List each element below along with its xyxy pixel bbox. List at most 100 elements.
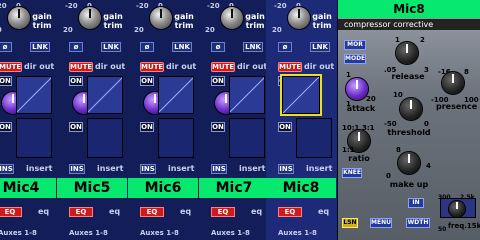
eq-button[interactable]: EQ — [211, 207, 235, 217]
eq-button[interactable]: EQ — [278, 207, 302, 217]
ins-button[interactable]: INS — [0, 164, 14, 174]
link-button[interactable]: LNK — [310, 42, 330, 52]
phase-button[interactable]: ø — [69, 42, 83, 52]
eq-label: eq — [38, 207, 50, 216]
gain-trim-knob[interactable] — [8, 7, 30, 29]
tick-label: -20 — [207, 2, 220, 10]
gain-trim-knob[interactable] — [221, 7, 243, 29]
channel-name[interactable]: Mic8 — [266, 178, 336, 198]
gain-trim-knob[interactable] — [150, 7, 172, 29]
wdth-button[interactable]: WDTH — [406, 218, 430, 228]
compressor-panel: Mic8 compressor corrective MOR MODE 1 2 … — [338, 0, 480, 240]
insert-display[interactable] — [229, 118, 265, 158]
channel-name[interactable]: Mic5 — [57, 178, 127, 198]
in-button[interactable]: IN — [408, 198, 424, 208]
dynamics-curve-display[interactable] — [229, 76, 265, 114]
tick-label: 20 — [272, 26, 282, 34]
threshold-knob[interactable] — [400, 98, 422, 120]
insert-on-button[interactable]: ON — [0, 122, 12, 132]
channel-name[interactable]: Mic4 — [0, 178, 56, 198]
link-button[interactable]: LNK — [172, 42, 192, 52]
channel-name[interactable]: Mic6 — [128, 178, 198, 198]
dynamics-on-button[interactable]: ON — [69, 76, 83, 86]
dir-out-label: dir out — [24, 62, 55, 71]
insert-on-button[interactable]: ON — [278, 122, 292, 132]
eq-button[interactable]: EQ — [0, 207, 22, 217]
makeup-tick-4: 4 — [426, 162, 431, 170]
ins-button[interactable]: INS — [69, 164, 85, 174]
gain-trim-knob[interactable] — [288, 7, 310, 29]
threshold-label: threshold — [387, 128, 431, 137]
insert-display[interactable] — [87, 118, 123, 158]
mute-button[interactable]: MUTE — [278, 62, 302, 72]
dynamics-curve-display[interactable] — [87, 76, 123, 114]
ins-button[interactable]: INS — [278, 164, 294, 174]
freq-label: freq.15k — [448, 222, 480, 230]
insert-label: insert — [97, 164, 124, 173]
menu-button[interactable]: MENU — [370, 218, 392, 228]
mode-button[interactable]: MODE — [344, 54, 366, 64]
mute-button[interactable]: MUTE — [211, 62, 235, 72]
tick-label: 20 — [205, 26, 215, 34]
mute-button[interactable]: MUTE — [0, 62, 22, 72]
attack-label: attack — [346, 104, 376, 113]
phase-button[interactable]: ø — [0, 42, 12, 52]
dynamics-on-button[interactable]: ON — [140, 76, 154, 86]
freq-knob[interactable] — [449, 201, 465, 217]
release-knob[interactable] — [396, 42, 418, 64]
gain-trim-knob[interactable] — [79, 7, 101, 29]
insert-on-button[interactable]: ON — [211, 122, 225, 132]
presence-label: presence — [436, 102, 478, 111]
insert-display[interactable] — [296, 118, 332, 158]
attack-knob[interactable] — [346, 78, 368, 100]
eq-frequency-control — [440, 198, 476, 218]
dynamics-curve-display[interactable] — [16, 76, 52, 114]
link-button[interactable]: LNK — [101, 42, 121, 52]
presence-knob[interactable] — [442, 72, 464, 94]
eq-button[interactable]: EQ — [140, 207, 164, 217]
channel-strip: -20 0 20 gaintrim ø LNK MUTE dir out ON … — [266, 0, 338, 240]
eq-button[interactable]: EQ — [69, 207, 93, 217]
channel-name[interactable]: Mic7 — [199, 178, 269, 198]
insert-display[interactable] — [16, 118, 52, 158]
ratio-label: ratio — [348, 154, 370, 163]
gain-label: gain — [245, 12, 265, 21]
dynamics-on-button[interactable]: ON — [0, 76, 12, 86]
tick-label: -20 — [65, 2, 78, 10]
aux-label: Auxes 1-8 — [140, 229, 179, 237]
mute-button[interactable]: MUTE — [140, 62, 164, 72]
dynamics-curve-display[interactable] — [158, 76, 194, 114]
ins-button[interactable]: INS — [211, 164, 227, 174]
insert-display[interactable] — [158, 118, 194, 158]
mor-button[interactable]: MOR — [344, 40, 366, 50]
ins-button[interactable]: INS — [140, 164, 156, 174]
channel-strip: -20 0 20 gaintrim ø LNK MUTE dir out ON … — [128, 0, 200, 240]
dir-out-label: dir out — [95, 62, 126, 71]
presence-tick-8: 8 — [464, 68, 469, 76]
insert-label: insert — [239, 164, 266, 173]
dir-out-label: dir out — [237, 62, 268, 71]
link-button[interactable]: LNK — [30, 42, 50, 52]
makeup-tick-8: 8 — [396, 146, 401, 154]
ratio-tick-1-1: 1:1 — [342, 146, 355, 154]
insert-on-button[interactable]: ON — [140, 122, 154, 132]
makeup-tick-0: 0 — [386, 172, 391, 180]
trim-label: trim — [103, 21, 123, 30]
aux-label: Auxes 1-8 — [69, 229, 108, 237]
release-tick-2: 2 — [420, 36, 425, 44]
phase-button[interactable]: ø — [278, 42, 292, 52]
knee-button[interactable]: KNEE — [342, 168, 362, 178]
trim-label: trim — [312, 21, 332, 30]
mute-button[interactable]: MUTE — [69, 62, 93, 72]
link-button[interactable]: LNK — [243, 42, 263, 52]
insert-on-button[interactable]: ON — [69, 122, 83, 132]
dynamics-on-button[interactable]: ON — [211, 76, 225, 86]
makeup-knob[interactable] — [398, 152, 420, 174]
lsn-button[interactable]: LSN — [342, 218, 358, 228]
phase-button[interactable]: ø — [211, 42, 225, 52]
dynamics-curve-display[interactable] — [280, 74, 322, 116]
phase-button[interactable]: ø — [140, 42, 154, 52]
eq-label: eq — [109, 207, 121, 216]
gain-label: gain — [103, 12, 123, 21]
tick-label: -20 — [0, 2, 7, 10]
